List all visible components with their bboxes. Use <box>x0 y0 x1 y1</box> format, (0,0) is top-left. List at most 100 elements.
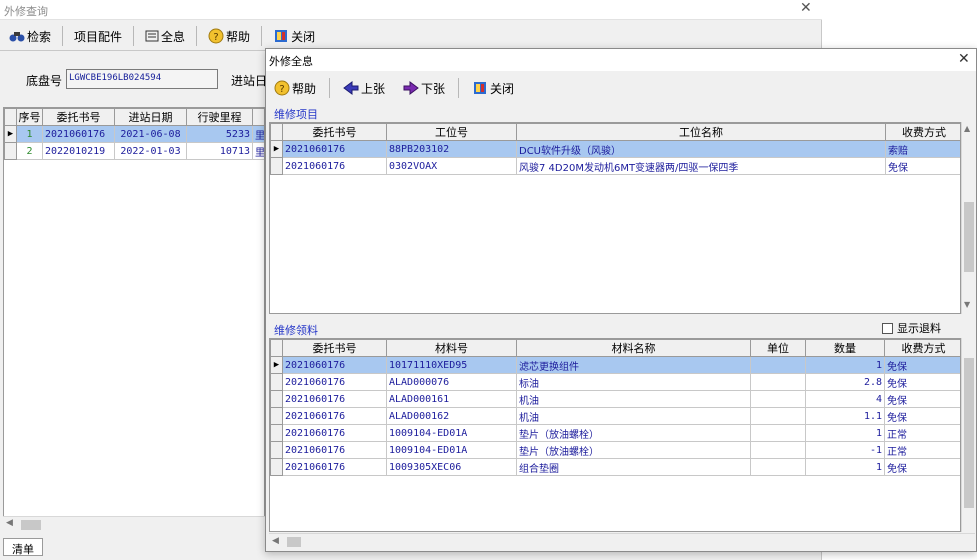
material-name-cell: 垫片（放油螺栓） <box>516 424 751 442</box>
material-name-cell: 组合垫圈 <box>516 458 751 476</box>
scroll-thumb[interactable] <box>964 202 974 272</box>
chassis-label: 底盘号 <box>26 74 63 88</box>
tab-list-label: 清单 <box>12 543 34 556</box>
full-info-icon <box>145 30 159 42</box>
table-row[interactable]: 2021060176 0302VOAX 风骏7 4D20M发动机6MT变速器两/… <box>270 157 960 175</box>
book-close-icon <box>474 82 487 94</box>
unit-cell <box>750 441 806 459</box>
tab-list[interactable]: 清单 <box>3 538 43 556</box>
prev-button[interactable]: 上张 <box>338 77 390 99</box>
scroll-thumb[interactable] <box>21 520 41 530</box>
fee-type-cell: 免保 <box>884 373 960 391</box>
material-name-cell: 机油 <box>516 390 751 408</box>
full-info-label: 全息 <box>161 29 186 44</box>
query-toolbar: 检索 项目配件 全息 ? 帮助 关闭 <box>4 24 320 48</box>
order-number-cell: 2021060176 <box>282 441 387 459</box>
order-number-cell: 2021060176 <box>282 407 387 425</box>
project-parts-button[interactable]: 项目配件 <box>69 25 127 47</box>
row-indicator <box>270 407 283 425</box>
close-button[interactable]: 关闭 <box>467 77 519 99</box>
table-row[interactable]: 2021060176 1009104-ED01A 垫片（放油螺栓） 1 正常 <box>270 424 960 442</box>
grid-header[interactable]: 材料名称 <box>516 339 751 357</box>
grid-header[interactable]: 单位 <box>750 339 806 357</box>
close-button[interactable]: 关闭 <box>268 25 320 47</box>
close-button-label: 关闭 <box>291 29 316 44</box>
next-button[interactable]: 下张 <box>398 77 450 99</box>
grid-header[interactable]: 进站日期 <box>114 108 187 126</box>
horizontal-scrollbar[interactable]: ◀ <box>269 533 975 549</box>
help-button-label: 帮助 <box>292 81 317 96</box>
fee-type-cell: 免保 <box>884 356 960 374</box>
arrival-date-cell: 2021-06-08 <box>114 125 187 143</box>
table-row[interactable]: ▶ 2021060176 88PB203102 DCU软件升级（风骏） 索赔 <box>270 140 960 158</box>
search-button[interactable]: 检索 <box>4 25 56 47</box>
scroll-left-icon[interactable]: ◀ <box>272 536 279 546</box>
grid-header[interactable]: 委托书号 <box>282 339 387 357</box>
unit-cell <box>750 390 806 408</box>
row-pointer-icon: ▶ <box>270 356 283 374</box>
full-info-button[interactable]: 全息 <box>140 25 190 47</box>
grid-header[interactable]: 工位名称 <box>516 123 886 141</box>
show-return-toggle[interactable]: 显示退料 <box>882 320 941 336</box>
row-pointer-icon: ▶ <box>4 125 17 143</box>
row-number: 1 <box>16 125 43 143</box>
help-button[interactable]: ? 帮助 <box>203 25 255 47</box>
order-number-cell: 2021060176 <box>282 157 387 175</box>
grid-header[interactable]: 工位号 <box>386 123 517 141</box>
quantity-cell: 4 <box>805 390 885 408</box>
unit-cell <box>750 356 806 374</box>
close-icon[interactable]: ✕ <box>958 51 970 67</box>
table-row[interactable]: 2021060176 1009305XEC06 组合垫圈 1 免保 <box>270 458 960 476</box>
quantity-cell: 2.8 <box>805 373 885 391</box>
project-parts-label: 项目配件 <box>74 29 123 44</box>
vertical-scrollbar[interactable]: ▲ ▼ <box>961 122 975 314</box>
material-code-cell: ALAD000162 <box>386 407 517 425</box>
show-return-checkbox[interactable] <box>882 322 893 334</box>
grid-header[interactable]: 委托书号 <box>42 108 115 126</box>
fee-type-cell: 免保 <box>884 458 960 476</box>
grid-header[interactable]: 里 <box>252 108 264 126</box>
row-indicator <box>4 142 17 160</box>
horizontal-scrollbar[interactable]: ◀ <box>3 516 265 532</box>
scroll-left-icon[interactable]: ◀ <box>6 518 13 528</box>
vertical-scrollbar[interactable] <box>961 338 975 532</box>
table-row[interactable]: 2021060176 1009104-ED01A 垫片（放油螺栓） -1 正常 <box>270 441 960 459</box>
toolbar-separator <box>62 26 64 46</box>
grid-header <box>4 108 17 126</box>
table-row[interactable]: 2 2022010219 2022-01-03 10713 里 <box>4 142 264 160</box>
grid-header[interactable]: 材料号 <box>386 339 517 357</box>
toolbar-separator <box>458 78 460 98</box>
row-indicator <box>270 390 283 408</box>
row-indicator <box>270 424 283 442</box>
close-icon[interactable]: ✕ <box>800 0 812 16</box>
help-button-label: 帮助 <box>226 29 251 44</box>
grid-header[interactable]: 数量 <box>805 339 885 357</box>
order-number-cell: 2021060176 <box>282 356 387 374</box>
scroll-up-icon[interactable]: ▲ <box>964 124 970 133</box>
material-name-cell: 机油 <box>516 407 751 425</box>
grid-header[interactable]: 行驶里程 <box>186 108 253 126</box>
row-indicator <box>270 458 283 476</box>
help-icon: ? <box>208 28 224 44</box>
material-name-cell: 标油 <box>516 373 751 391</box>
scroll-thumb[interactable] <box>964 358 974 508</box>
table-row[interactable]: ▶ 2021060176 10171110XED95 滤芯更换组件 1 免保 <box>270 356 960 374</box>
table-row[interactable]: 2021060176 ALAD000162 机油 1.1 免保 <box>270 407 960 425</box>
grid-header[interactable]: 序号 <box>16 108 43 126</box>
table-row[interactable]: 2021060176 ALAD000161 机油 4 免保 <box>270 390 960 408</box>
book-close-icon <box>275 30 288 42</box>
svg-text:?: ? <box>279 84 284 95</box>
table-row[interactable]: ▶ 1 2021060176 2021-06-08 5233 里 <box>4 125 264 143</box>
grid-header[interactable]: 收费方式 <box>885 123 960 141</box>
scroll-thumb[interactable] <box>287 537 301 547</box>
table-row[interactable]: 2021060176 ALAD000076 标油 2.8 免保 <box>270 373 960 391</box>
grid-header[interactable]: 委托书号 <box>282 123 387 141</box>
help-button[interactable]: ? 帮助 <box>269 77 321 99</box>
chassis-field[interactable]: LGWCBE196LB024594 <box>66 69 218 89</box>
material-name-cell: 垫片（放油螺栓） <box>516 441 751 459</box>
grid-header[interactable]: 收费方式 <box>884 339 960 357</box>
scroll-down-icon[interactable]: ▼ <box>964 300 970 309</box>
material-code-cell: ALAD000161 <box>386 390 517 408</box>
order-number-cell: 2022010219 <box>42 142 115 160</box>
material-code-cell: 1009104-ED01A <box>386 441 517 459</box>
